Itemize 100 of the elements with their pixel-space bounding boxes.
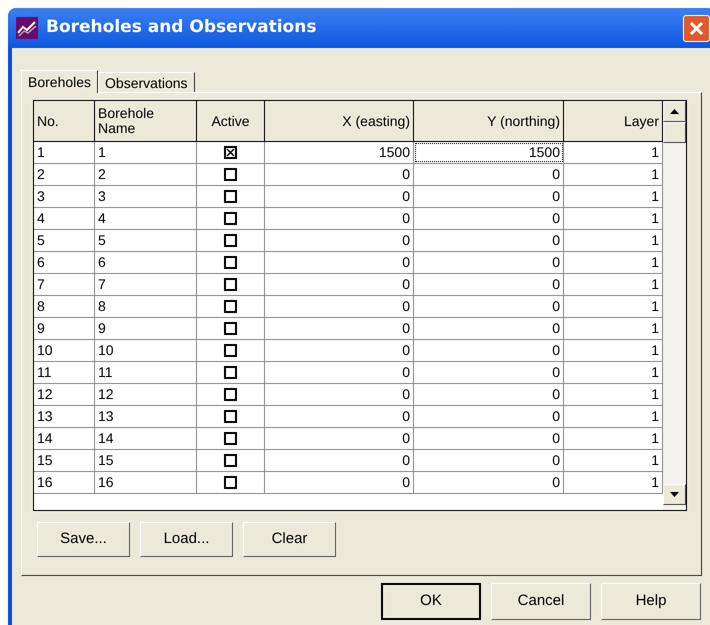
table-cell: 0 [414, 340, 564, 361]
tab[interactable]: Boreholes [21, 70, 98, 93]
table-cell: 0 [414, 362, 564, 383]
table-cell: 14 [95, 428, 197, 449]
tab[interactable]: Observations [98, 72, 195, 93]
button[interactable]: Load... [140, 522, 233, 557]
table-cell: 0 [414, 230, 564, 251]
table-cell: 0 [265, 230, 414, 251]
table-cell: 0 [265, 252, 414, 273]
column-header[interactable]: Y (northing) [414, 101, 564, 141]
checkbox[interactable] [224, 454, 237, 467]
table-cell: 0 [414, 406, 564, 427]
table-cell: 0 [414, 208, 564, 229]
column-header[interactable]: Borehole Name [95, 101, 197, 141]
button[interactable]: Cancel [491, 583, 591, 620]
table-cell: 11 [95, 362, 197, 383]
scroll-down-button[interactable] [663, 484, 686, 505]
checkbox[interactable] [224, 278, 237, 291]
table-cell: 0 [265, 340, 414, 361]
column-header[interactable]: No. [34, 101, 95, 141]
table-cell: 0 [265, 186, 414, 207]
table-cell: 3 [34, 186, 95, 207]
table-cell: 2 [95, 164, 197, 185]
table-cell: 15 [34, 450, 95, 471]
table-cell: 7 [95, 274, 197, 295]
table-cell: 10 [34, 340, 95, 361]
table-cell: 12 [34, 384, 95, 405]
table-cell: 10 [95, 340, 197, 361]
table-cell: 16 [95, 472, 197, 493]
checkbox[interactable] [224, 432, 237, 445]
scroll-thumb[interactable] [663, 122, 686, 143]
table-cell: 13 [34, 406, 95, 427]
checkbox[interactable] [224, 146, 237, 159]
table-cell: 0 [265, 164, 414, 185]
checkbox[interactable] [224, 476, 237, 489]
button[interactable]: Help [601, 583, 701, 620]
column-header[interactable]: Layer [564, 101, 663, 141]
close-icon [689, 21, 704, 36]
checkbox[interactable] [224, 212, 237, 225]
table-cell: 4 [34, 208, 95, 229]
table-cell: 1 [95, 142, 197, 163]
table-cell: 2 [34, 164, 95, 185]
checkbox[interactable] [224, 344, 237, 357]
scrollbar[interactable] [663, 101, 686, 510]
column-header[interactable]: Active [197, 101, 265, 141]
button[interactable]: Clear [243, 522, 336, 557]
table-cell: 6 [34, 252, 95, 273]
checkbox[interactable] [224, 300, 237, 313]
scroll-up-button[interactable] [663, 101, 686, 122]
table-cell: 0 [414, 472, 564, 493]
table-cell: 3 [95, 186, 197, 207]
table-cell: 5 [34, 230, 95, 251]
table-cell: 5 [95, 230, 197, 251]
table-cell: 1 [34, 142, 95, 163]
table-cell: 12 [95, 384, 197, 405]
table-cell: 0 [265, 318, 414, 339]
down-arrow-icon [670, 492, 679, 497]
column-header[interactable]: X (easting) [265, 101, 414, 141]
checkbox[interactable] [224, 410, 237, 423]
checkbox[interactable] [224, 256, 237, 269]
table-cell: 8 [34, 296, 95, 317]
checkbox[interactable] [224, 322, 237, 335]
table-cell: 7 [34, 274, 95, 295]
table-cell: 0 [414, 164, 564, 185]
table-cell: 11 [34, 362, 95, 383]
checkbox[interactable] [224, 190, 237, 203]
table-cell: 0 [414, 318, 564, 339]
checkbox[interactable] [224, 234, 237, 247]
table-cell: 16 [34, 472, 95, 493]
table-cell: 9 [34, 318, 95, 339]
table-cell: 13 [95, 406, 197, 427]
table-cell: 9 [95, 318, 197, 339]
table-cell: 1500 [414, 142, 564, 163]
table-cell: 0 [265, 472, 414, 493]
table-cell: 0 [414, 296, 564, 317]
table-cell: 8 [95, 296, 197, 317]
table-cell: 0 [414, 186, 564, 207]
table-cell: 0 [265, 450, 414, 471]
window-title: Boreholes and Observations [46, 16, 316, 40]
button[interactable]: Save... [37, 522, 130, 557]
table-cell: 6 [95, 252, 197, 273]
table-cell: 0 [265, 296, 414, 317]
table-cell: 0 [265, 362, 414, 383]
table-cell: 0 [265, 208, 414, 229]
table-cell: 0 [414, 274, 564, 295]
table-cell: 0 [265, 406, 414, 427]
table-cell: 0 [265, 428, 414, 449]
button[interactable]: OK [381, 583, 481, 620]
checkbox[interactable] [224, 366, 237, 379]
table-cell: 4 [95, 208, 197, 229]
table-cell: 0 [414, 428, 564, 449]
table-cell: 0 [414, 252, 564, 273]
table-cell: 0 [265, 274, 414, 295]
table-cell: 15 [95, 450, 197, 471]
table-cell: 14 [34, 428, 95, 449]
checkbox[interactable] [224, 388, 237, 401]
up-arrow-icon [670, 109, 679, 114]
close-button[interactable] [683, 15, 710, 42]
checkbox[interactable] [224, 168, 237, 181]
table-cell: 0 [414, 450, 564, 471]
